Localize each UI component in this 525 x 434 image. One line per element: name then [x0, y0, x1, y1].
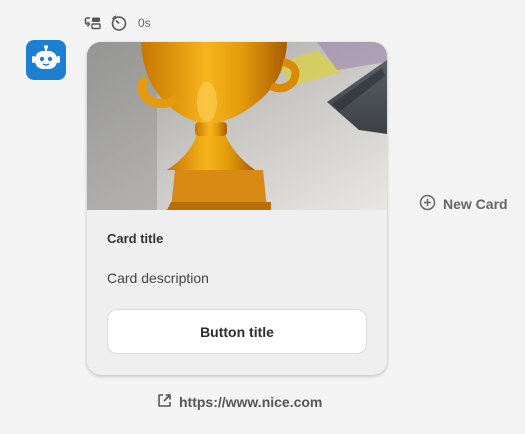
link-url: https://www.nice.com [179, 394, 323, 410]
new-card-label: New Card [443, 196, 508, 212]
card-title: Card title [107, 231, 164, 246]
card-description: Card description [107, 270, 209, 286]
content-card: Card title Card description Button title [87, 42, 387, 375]
robot-icon [31, 44, 61, 77]
new-card-button[interactable]: New Card [419, 194, 508, 214]
external-link-icon [157, 393, 172, 411]
card-link[interactable]: https://www.nice.com [157, 393, 322, 411]
elapsed-time: 0s [138, 16, 151, 30]
timer-icon[interactable] [110, 14, 128, 32]
message-toolbar: 0s [84, 14, 151, 32]
repeat-message-icon[interactable] [84, 14, 102, 32]
card-action-button[interactable]: Button title [107, 309, 367, 354]
plus-circle-icon [419, 194, 436, 214]
bot-avatar [26, 40, 66, 80]
card-image [87, 42, 387, 210]
